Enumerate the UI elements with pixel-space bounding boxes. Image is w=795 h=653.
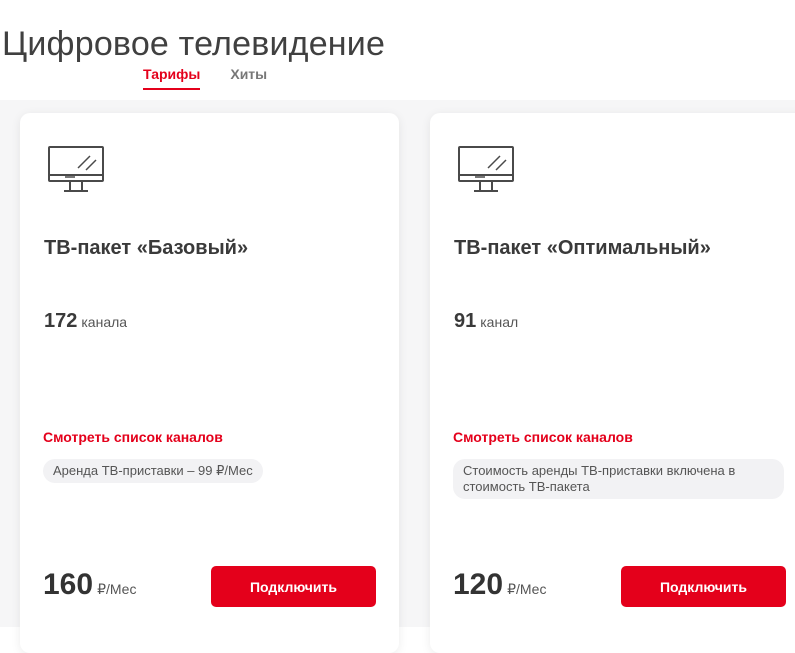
tariff-card-optimal: ТВ-пакет «Оптимальный» 91 канал Смотреть … — [430, 113, 795, 653]
tariff-card-basic: ТВ-пакет «Базовый» 172 канала Смотреть сп… — [20, 113, 399, 653]
connect-button[interactable]: Подключить — [621, 566, 786, 607]
channels-unit: канала — [81, 314, 128, 330]
channels-list-link[interactable]: Смотреть список каналов — [453, 429, 633, 445]
page-title: Цифровое телевидение — [2, 24, 386, 63]
channels-count: 172 — [44, 310, 78, 332]
tv-monitor-icon — [458, 146, 514, 194]
tv-box-rent-note: Стоимость аренды ТВ-приставки включена в… — [453, 459, 784, 499]
channels-unit: канал — [480, 314, 519, 330]
price-value: 160 — [43, 568, 94, 601]
channels-info: 172 канала — [44, 310, 127, 333]
price-unit: ₽/Мес — [97, 581, 137, 597]
card-title: ТВ-пакет «Базовый» — [44, 237, 249, 259]
channels-count: 91 — [454, 310, 477, 332]
price: 160 ₽/Мес — [43, 568, 136, 602]
channels-list-link[interactable]: Смотреть список каналов — [43, 429, 223, 445]
card-title: ТВ-пакет «Оптимальный» — [454, 237, 711, 259]
tv-monitor-icon — [48, 146, 104, 194]
channels-info: 91 канал — [454, 310, 518, 333]
tab-hits[interactable]: Хиты — [230, 66, 267, 90]
price-value: 120 — [453, 568, 504, 601]
connect-button[interactable]: Подключить — [211, 566, 376, 607]
tab-tariffs[interactable]: Тарифы — [143, 66, 201, 90]
tabs: Тарифы Хиты — [143, 66, 267, 90]
price-unit: ₽/Мес — [507, 581, 547, 597]
tv-box-rent-note: Аренда ТВ-приставки – 99 ₽/Мес — [43, 459, 263, 483]
price: 120 ₽/Мес — [453, 568, 546, 602]
